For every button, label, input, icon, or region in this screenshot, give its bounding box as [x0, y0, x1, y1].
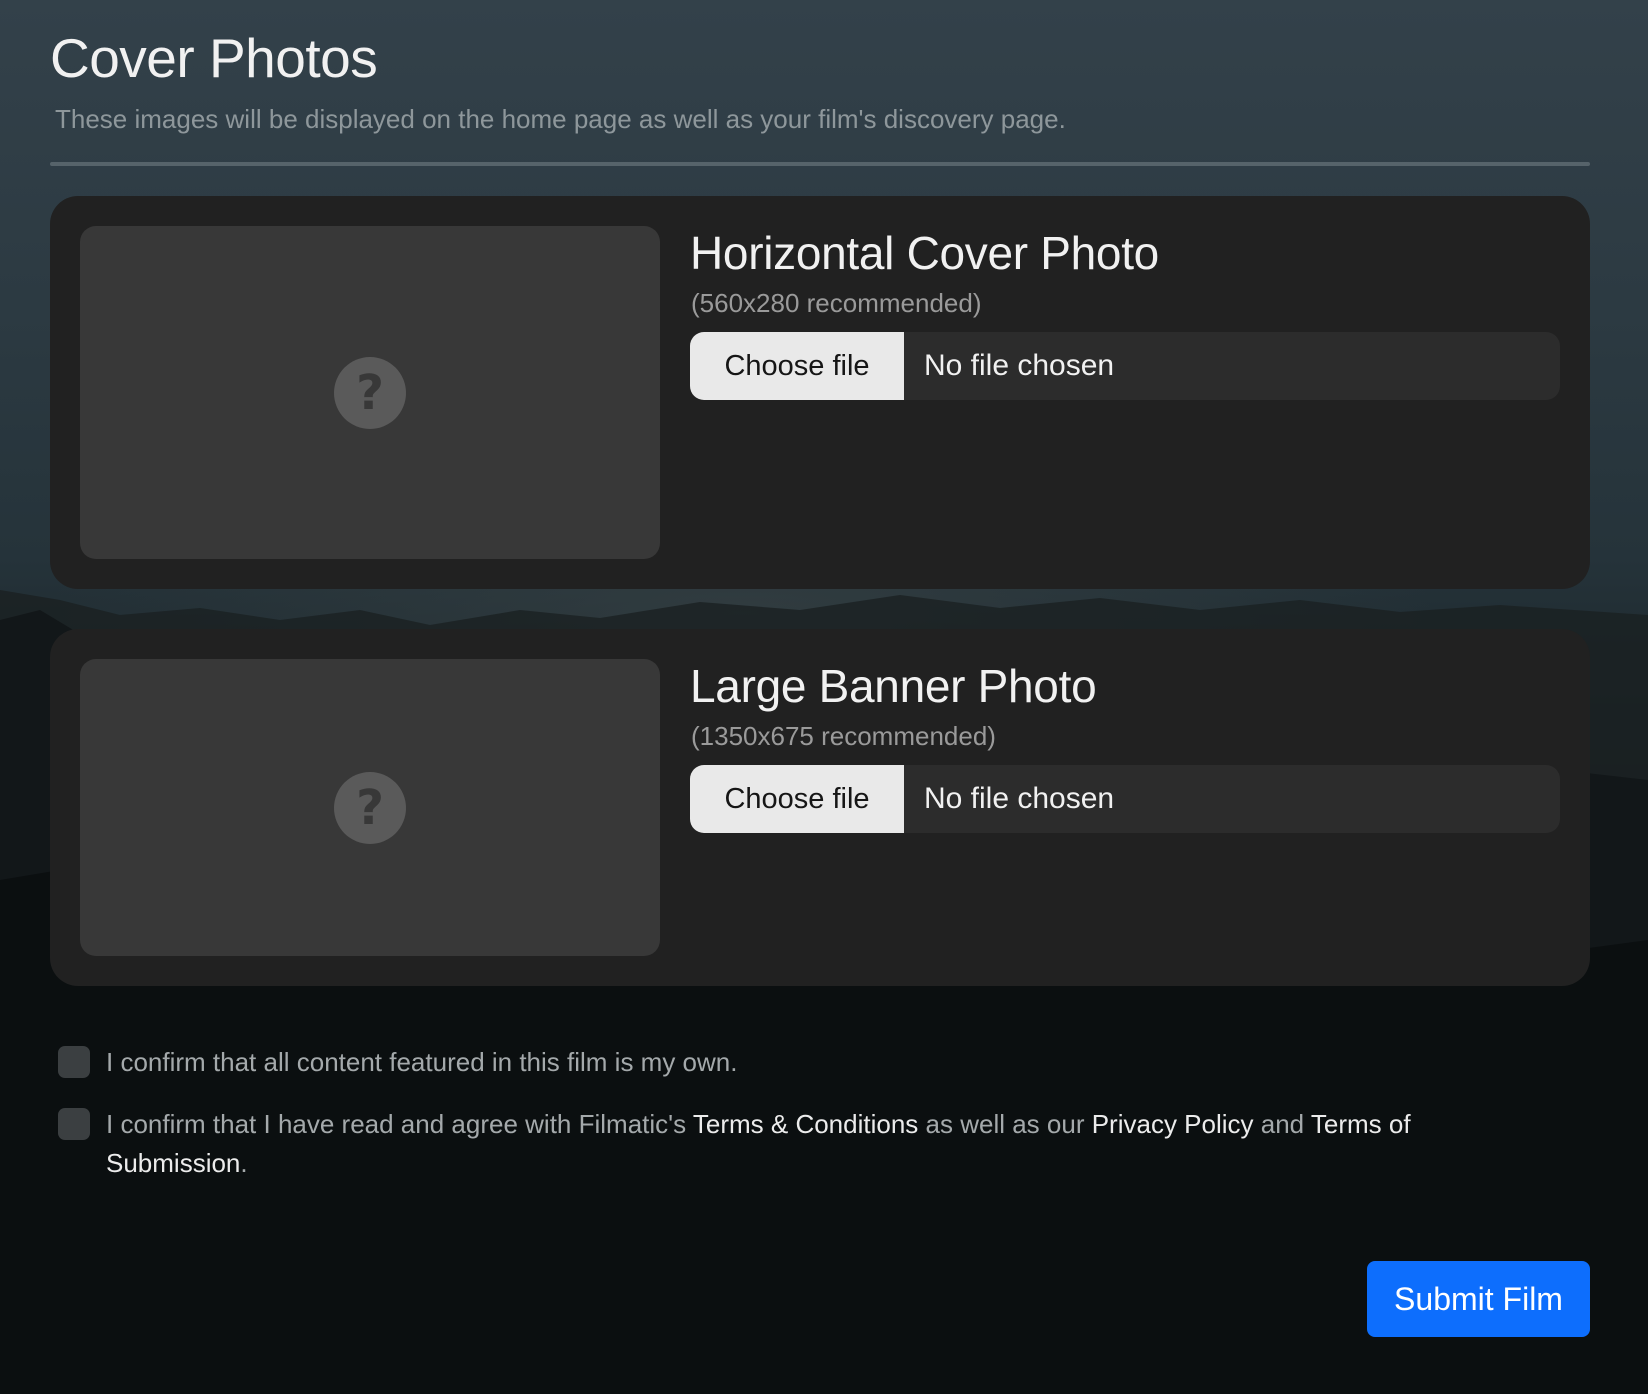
page-title: Cover Photos: [50, 27, 378, 89]
choose-file-button[interactable]: Choose file: [690, 765, 904, 833]
page-subtitle: These images will be displayed on the ho…: [55, 104, 1066, 134]
question-mark-icon: ?: [334, 356, 406, 429]
choose-file-button[interactable]: Choose file: [690, 332, 904, 400]
large-banner-file-input[interactable]: Choose file No file chosen: [690, 765, 1560, 833]
file-status: No file chosen: [924, 782, 1115, 815]
terms-text-2: as well as our: [918, 1109, 1092, 1139]
file-status: No file chosen: [924, 349, 1115, 382]
terms-conditions-link[interactable]: Terms & Conditions: [693, 1109, 918, 1139]
terms-checkbox[interactable]: [58, 1108, 90, 1140]
submit-film-button[interactable]: Submit Film: [1367, 1261, 1590, 1337]
large-banner-title: Large Banner Photo: [690, 660, 1097, 712]
horizontal-cover-file-input[interactable]: Choose file No file chosen: [690, 332, 1560, 400]
large-banner-card: ? Large Banner Photo (1350x675 recommend…: [50, 629, 1590, 986]
privacy-policy-link[interactable]: Privacy Policy: [1092, 1109, 1254, 1139]
divider: [50, 162, 1590, 166]
horizontal-cover-preview: ?: [80, 226, 660, 559]
own-content-label: I confirm that all content featured in t…: [106, 1047, 738, 1077]
own-content-checkbox[interactable]: [58, 1046, 90, 1078]
horizontal-cover-recommendation: (560x280 recommended): [691, 288, 982, 318]
large-banner-recommendation: (1350x675 recommended): [691, 721, 996, 751]
question-mark-icon: ?: [334, 771, 406, 844]
terms-label: I confirm that I have read and agree wit…: [106, 1105, 1526, 1183]
horizontal-cover-title: Horizontal Cover Photo: [690, 227, 1159, 279]
terms-text-1: I confirm that I have read and agree wit…: [106, 1109, 693, 1139]
horizontal-cover-card: ? Horizontal Cover Photo (560x280 recomm…: [50, 196, 1590, 589]
large-banner-preview: ?: [80, 659, 660, 956]
terms-text-4: .: [240, 1148, 248, 1178]
terms-text-3: and: [1253, 1109, 1311, 1139]
